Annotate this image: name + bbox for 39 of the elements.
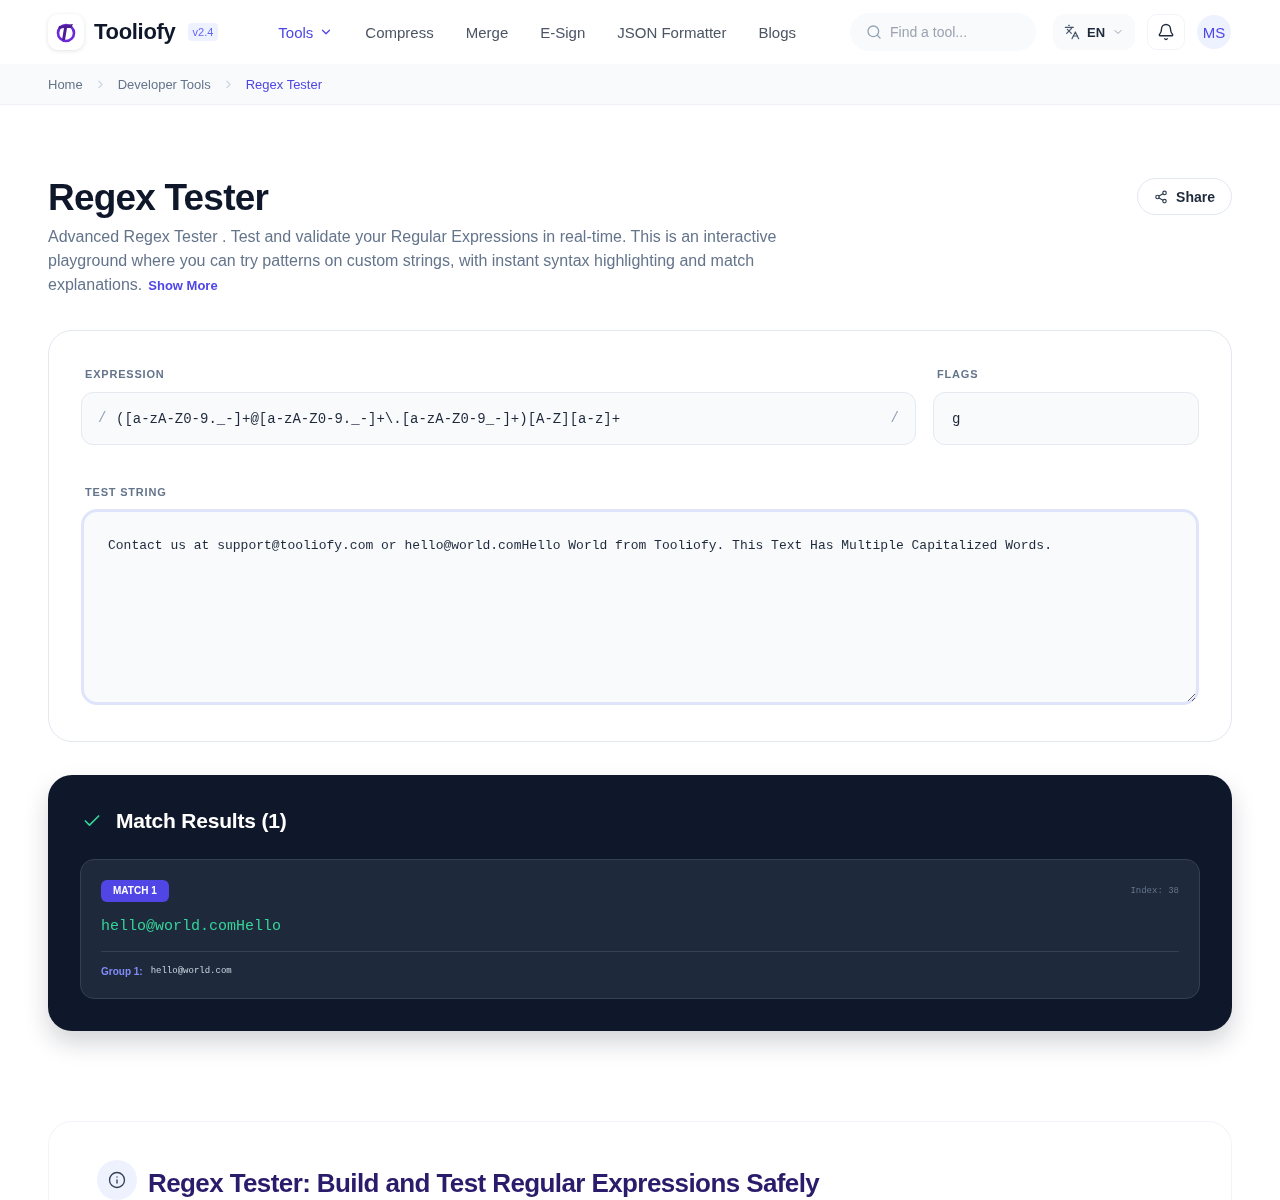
breadcrumb-link[interactable]: Regex Tester	[245, 76, 323, 92]
nav-link[interactable]: E-Sign	[540, 23, 586, 41]
search-field[interactable]: Find a tool...	[850, 13, 1036, 51]
language-button[interactable]: EN	[1053, 14, 1135, 50]
match-value: hello@world.comHello	[101, 917, 282, 937]
show-more-link[interactable]: Show More	[148, 278, 218, 293]
group-value: hello@world.com	[150, 966, 232, 976]
regex-delimiter: /	[890, 409, 899, 427]
user-avatar[interactable]: MS	[1197, 15, 1231, 49]
nav-link[interactable]: Blogs	[758, 23, 796, 41]
nav-dropdown[interactable]: Tools	[278, 23, 334, 41]
regex-delimiter: /	[98, 409, 107, 427]
nav-link[interactable]: Merge	[465, 23, 509, 41]
logo-icon[interactable]	[48, 14, 84, 50]
page-description: Advanced Regex Tester . Test and validate your Regular Expressions in real-time. This is an interactive playground where you can try patterns on custom strings, with instant syntax highlighting and match explanations. Show More	[48, 227, 778, 295]
search-icon	[866, 24, 882, 40]
match-index: Index: 38	[1130, 886, 1179, 896]
brand-name[interactable]: Tooliofy	[94, 19, 176, 45]
nav-link[interactable]: Compress	[365, 23, 434, 41]
info-icon	[97, 1160, 137, 1200]
group-label: Group 1:	[101, 965, 143, 977]
flags-field[interactable]: g	[933, 392, 1199, 445]
translate-icon	[1063, 24, 1080, 40]
section-heading: Regex Tester: Build and Test Regular Expressions Safely	[148, 1167, 820, 1200]
field-label: EXPRESSION	[85, 367, 165, 381]
bell-icon	[1157, 23, 1175, 41]
share-button[interactable]: Share	[1137, 178, 1232, 215]
breadcrumb-link[interactable]: Home	[48, 76, 83, 92]
results-title: Match Results (1)	[116, 808, 287, 834]
match-badge: MATCH 1	[101, 880, 169, 902]
share-icon	[1154, 189, 1169, 204]
test-string-field[interactable]: Contact us at support@tooliofy.com or hello@world.comHello World from Tooliofy. This Text Has Multiple Capitalized Words.	[81, 509, 1199, 705]
field-label: TEST STRING	[85, 485, 167, 499]
breadcrumb-link[interactable]: Developer Tools	[117, 76, 211, 92]
version-badge: v2.4	[187, 23, 219, 41]
field-label: FLAGS	[937, 367, 979, 381]
notifications-button[interactable]	[1147, 14, 1185, 50]
nav-link[interactable]: JSON Formatter	[617, 23, 727, 41]
page-title: Regex Tester	[48, 176, 270, 220]
